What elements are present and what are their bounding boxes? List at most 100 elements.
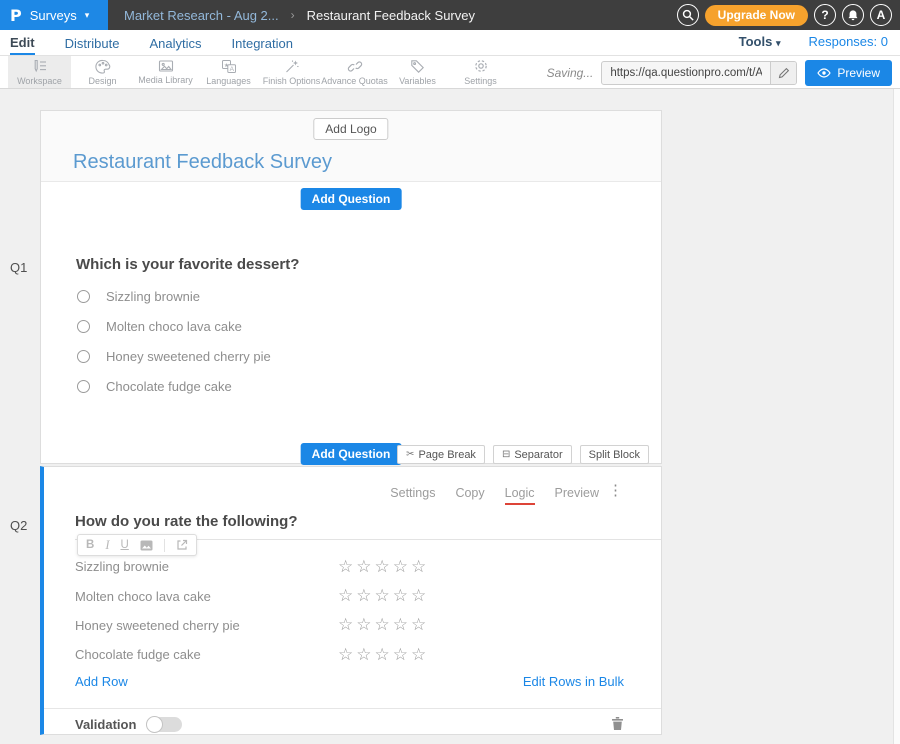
q2-rating-rows: Sizzling brownie ☆☆☆☆☆ Molten choco lava c… bbox=[75, 552, 626, 670]
block-action-label: Separator bbox=[514, 449, 562, 461]
trash-icon[interactable] bbox=[611, 716, 624, 731]
bell-icon bbox=[847, 9, 859, 22]
q2-row-label[interactable]: Molten choco lava cake bbox=[75, 589, 211, 604]
toolbar-item-finish-options[interactable]: Finish Options bbox=[260, 56, 323, 88]
toolbar-item-languages[interactable]: A★Languages bbox=[197, 56, 260, 88]
q1-options: Sizzling brownie Molten choco lava cake Ho… bbox=[77, 289, 271, 393]
chevron-down-icon: ▾ bbox=[776, 38, 781, 48]
survey-url-input[interactable] bbox=[602, 62, 770, 84]
survey-url-box bbox=[601, 61, 797, 85]
survey-block-1: Add Logo Restaurant Feedback Survey Add … bbox=[40, 110, 662, 464]
scrollbar[interactable] bbox=[893, 89, 900, 744]
q2-rating-row: Honey sweetened cherry pie ☆☆☆☆☆ bbox=[75, 611, 626, 640]
question-number-q2: Q2 bbox=[10, 518, 27, 533]
toolbar-item-workspace[interactable]: Workspace bbox=[8, 56, 71, 88]
q2-action-tabs: Settings Copy Logic Preview bbox=[390, 486, 599, 505]
add-logo-button[interactable]: Add Logo bbox=[313, 118, 388, 140]
q2-tab-preview[interactable]: Preview bbox=[555, 486, 599, 505]
external-link-icon[interactable] bbox=[176, 539, 188, 551]
saving-status: Saving... bbox=[547, 66, 594, 80]
q2-row-label[interactable]: Sizzling brownie bbox=[75, 559, 169, 574]
underline-icon[interactable]: U bbox=[120, 539, 128, 551]
toolbar-item-label: Media Library bbox=[138, 75, 193, 85]
breadcrumb-folder[interactable]: Market Research - Aug 2... bbox=[124, 8, 279, 23]
breadcrumb-survey-name: Restaurant Feedback Survey bbox=[307, 8, 475, 23]
toolbar-item-settings[interactable]: Settings bbox=[449, 56, 512, 88]
add-question-button-bottom[interactable]: Add Question bbox=[301, 443, 402, 465]
nav-right-group: Tools ▾ Responses: 0 bbox=[739, 34, 888, 49]
block-footer: Add Question ✂Page Break ⊟Separator Split … bbox=[41, 443, 661, 465]
breadcrumb: Market Research - Aug 2... › Restaurant … bbox=[124, 8, 475, 23]
q2-tab-copy[interactable]: Copy bbox=[455, 486, 484, 505]
star-rating-icons[interactable]: ☆☆☆☆☆ bbox=[338, 557, 429, 577]
tab-distribute[interactable]: Distribute bbox=[65, 32, 120, 54]
radio-button-icon[interactable] bbox=[77, 290, 90, 303]
block-action-label: Split Block bbox=[589, 449, 640, 461]
split-block-button[interactable]: Split Block bbox=[580, 445, 649, 464]
add-row-link[interactable]: Add Row bbox=[75, 674, 128, 689]
search-icon bbox=[682, 9, 694, 21]
edit-url-button[interactable] bbox=[770, 62, 796, 84]
responses-count[interactable]: Responses: 0 bbox=[809, 34, 889, 49]
help-button[interactable]: ? bbox=[814, 4, 836, 26]
toolbar-item-media-library[interactable]: Media Library bbox=[134, 56, 197, 88]
star-rating-icons[interactable]: ☆☆☆☆☆ bbox=[338, 586, 429, 606]
toolbar-item-variables[interactable]: Variables bbox=[386, 56, 449, 88]
star-rating-icons[interactable]: ☆☆☆☆☆ bbox=[338, 645, 429, 665]
star-rating-icons[interactable]: ☆☆☆☆☆ bbox=[338, 615, 429, 635]
divider bbox=[164, 539, 165, 552]
tools-menu[interactable]: Tools ▾ bbox=[739, 34, 781, 49]
q1-option[interactable]: Sizzling brownie bbox=[77, 289, 271, 303]
q1-option-label: Honey sweetened cherry pie bbox=[106, 349, 271, 364]
add-question-button-top[interactable]: Add Question bbox=[301, 188, 402, 210]
top-bar: P Surveys ▾ Market Research - Aug 2... ›… bbox=[0, 0, 900, 30]
bold-icon[interactable]: B bbox=[86, 539, 94, 551]
radio-button-icon[interactable] bbox=[77, 350, 90, 363]
toolbar-item-label: Advance Quotas bbox=[321, 76, 388, 86]
edit-rows-in-bulk-link[interactable]: Edit Rows in Bulk bbox=[523, 674, 624, 689]
survey-block-q2[interactable]: SettingsCopyLogicPreview ⋮ How do you ra… bbox=[40, 466, 662, 735]
italic-icon[interactable]: I bbox=[105, 538, 109, 553]
q2-rating-row: Chocolate fudge cake ☆☆☆☆☆ bbox=[75, 640, 626, 669]
question-number-q1: Q1 bbox=[10, 260, 27, 275]
q1-option-label: Molten choco lava cake bbox=[106, 319, 242, 334]
media-library-icon bbox=[158, 59, 174, 73]
q1-option-label: Sizzling brownie bbox=[106, 289, 200, 304]
pencil-icon bbox=[778, 67, 790, 79]
preview-button[interactable]: Preview bbox=[805, 60, 892, 86]
q1-option[interactable]: Honey sweetened cherry pie bbox=[77, 349, 271, 363]
q2-row-label[interactable]: Honey sweetened cherry pie bbox=[75, 618, 240, 633]
validation-row: Validation bbox=[75, 717, 182, 732]
page-break-button[interactable]: ✂Page Break bbox=[397, 445, 485, 464]
tab-analytics[interactable]: Analytics bbox=[149, 32, 201, 54]
upgrade-now-button[interactable]: Upgrade Now bbox=[705, 5, 808, 26]
toolbar-item-advance-quotas[interactable]: Advance Quotas bbox=[323, 56, 386, 88]
q1-option[interactable]: Molten choco lava cake bbox=[77, 319, 271, 333]
variables-icon bbox=[410, 59, 425, 74]
tab-integration[interactable]: Integration bbox=[232, 32, 293, 54]
q1-question-text[interactable]: Which is your favorite dessert? bbox=[76, 256, 299, 273]
q2-tab-logic[interactable]: Logic bbox=[505, 486, 535, 505]
notifications-button[interactable] bbox=[842, 4, 864, 26]
q1-option[interactable]: Chocolate fudge cake bbox=[77, 379, 271, 393]
radio-button-icon[interactable] bbox=[77, 380, 90, 393]
kebab-menu-icon[interactable]: ⋮ bbox=[608, 483, 623, 498]
q2-tab-settings[interactable]: Settings bbox=[390, 486, 435, 505]
surveys-menu[interactable]: P Surveys ▾ bbox=[0, 0, 108, 30]
q2-row-label[interactable]: Chocolate fudge cake bbox=[75, 647, 201, 662]
image-icon[interactable] bbox=[140, 540, 153, 551]
svg-text:★: ★ bbox=[224, 62, 229, 69]
settings-icon bbox=[473, 58, 489, 74]
toolbar-item-design[interactable]: Design bbox=[71, 56, 134, 88]
validation-toggle[interactable] bbox=[146, 717, 182, 732]
toggle-knob bbox=[146, 716, 163, 733]
avatar[interactable]: A bbox=[870, 4, 892, 26]
separator-button[interactable]: ⊟Separator bbox=[493, 445, 572, 464]
survey-title[interactable]: Restaurant Feedback Survey bbox=[73, 151, 332, 174]
workspace-icon bbox=[31, 59, 48, 74]
radio-button-icon[interactable] bbox=[77, 320, 90, 333]
search-button[interactable] bbox=[677, 4, 699, 26]
surveys-menu-label: Surveys bbox=[30, 8, 77, 23]
toolbar-item-label: Finish Options bbox=[263, 76, 321, 86]
tab-edit[interactable]: Edit bbox=[10, 31, 35, 55]
